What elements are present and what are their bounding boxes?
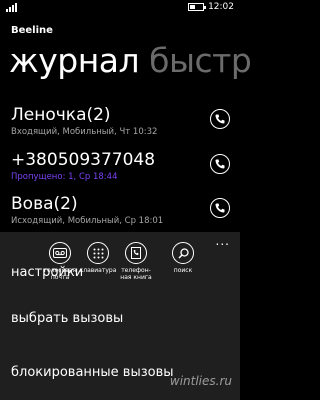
pivot-item-speed-dial[interactable]: быстр (149, 41, 252, 80)
status-bar: 12:02 (0, 0, 240, 18)
phonebook-label-line2: ная книга (120, 274, 152, 281)
caller-name: Леночка(2) (11, 105, 111, 125)
phone-icon (215, 203, 225, 213)
caller-name: Вова(2) (11, 194, 78, 214)
call-back-button[interactable] (210, 109, 230, 129)
call-detail: Входящий, Мобильный, Чт 10:32 (11, 127, 158, 137)
search-icon (177, 247, 189, 259)
voicemail-icon (53, 248, 67, 258)
menu-item-select-calls[interactable]: выбрать вызовы (11, 311, 123, 327)
call-back-button[interactable] (210, 198, 230, 218)
app-title: Beeline (11, 25, 53, 36)
call-list-item[interactable]: Вова(2) Исходящий, Мобильный, Ср 18:01 (11, 194, 233, 232)
keypad-label: клавиатура (79, 267, 117, 274)
more-options-button[interactable]: ... (216, 235, 230, 247)
phonebook-button[interactable]: телефон- ная книга (115, 242, 157, 281)
contacts-book-icon (131, 247, 141, 259)
keypad-icon (93, 248, 103, 258)
phonebook-label-line1: телефон- (121, 267, 151, 274)
phone-icon (215, 114, 225, 124)
battery-icon (188, 3, 207, 11)
call-detail-missed: Пропущено: 1, Ср 18:44 (11, 172, 118, 182)
keypad-button[interactable]: клавиатура (77, 242, 119, 274)
menu-item-settings[interactable]: настройки (11, 265, 83, 281)
pivot-item-journal[interactable]: журнал (9, 41, 140, 80)
watermark-text: wintlies.ru (169, 374, 232, 388)
search-button[interactable]: поиск (162, 242, 204, 274)
call-list-item[interactable]: +380509377048 Пропущено: 1, Ср 18:44 (11, 150, 233, 188)
phone-icon (215, 159, 225, 169)
signal-strength-icon (6, 3, 17, 12)
status-time: 12:02 (208, 2, 234, 12)
caller-name: +380509377048 (11, 150, 156, 170)
call-list-item[interactable]: Леночка(2) Входящий, Мобильный, Чт 10:32 (11, 105, 233, 143)
pivot-header: журнал быстр (9, 41, 252, 80)
call-back-button[interactable] (210, 154, 230, 174)
search-label: поиск (173, 267, 193, 274)
call-detail: Исходящий, Мобильный, Ср 18:01 (11, 216, 164, 226)
menu-item-blocked-calls[interactable]: блокированные вызовы (11, 365, 174, 381)
